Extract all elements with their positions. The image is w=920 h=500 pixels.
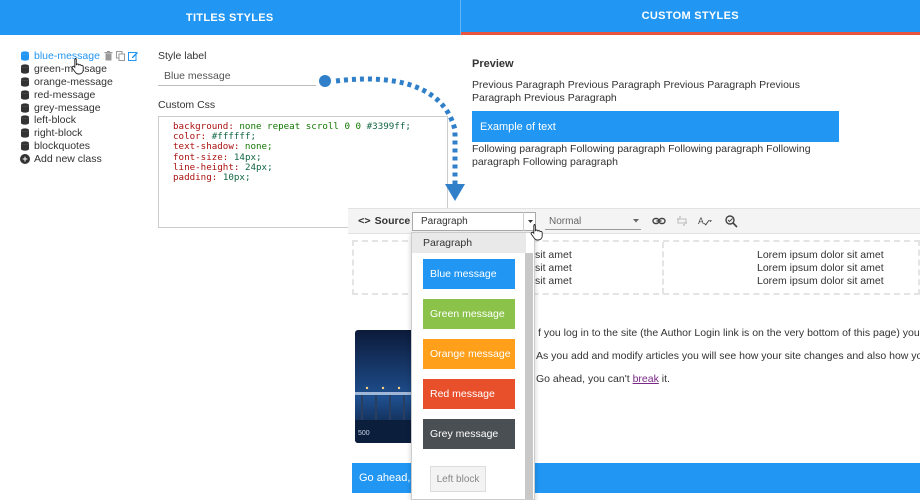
dropdown-item-paragraph[interactable]: Paragraph bbox=[412, 233, 526, 253]
table-cell-text: sit amet bbox=[535, 275, 572, 287]
class-item-right-block[interactable]: right-block bbox=[20, 127, 138, 140]
font-size-select[interactable]: Normal bbox=[545, 213, 641, 230]
preview-example-box: Example of text bbox=[472, 111, 839, 142]
table-cell-text: Lorem ipsum dolor sit amet bbox=[757, 275, 884, 287]
caret-down-icon bbox=[633, 219, 639, 223]
preview-following-paragraph: Following paragraph Following paragraph … bbox=[472, 143, 811, 168]
font-size-value: Normal bbox=[549, 216, 582, 227]
dotted-arrow-icon bbox=[319, 75, 465, 201]
table-cell-left: sit amet sit amet sit amet bbox=[535, 249, 572, 288]
css-property: padding: bbox=[173, 172, 218, 184]
database-icon bbox=[21, 128, 29, 138]
class-item-label: left-block bbox=[34, 114, 77, 127]
table-cell-text: Lorem ipsum dolor sit amet bbox=[757, 249, 884, 261]
tab-titles-styles[interactable]: TITLES STYLES bbox=[0, 0, 461, 35]
spellcheck-icon[interactable]: A bbox=[698, 214, 712, 228]
break-link[interactable]: break bbox=[633, 373, 659, 385]
article-image: 500 bbox=[355, 330, 415, 443]
edit-icon[interactable] bbox=[127, 51, 138, 62]
table-cell-text: sit amet bbox=[535, 249, 572, 261]
code-icon: <> bbox=[358, 215, 371, 227]
class-item-label: red-message bbox=[34, 88, 96, 101]
style-tabs: TITLES STYLES CUSTOM STYLES bbox=[0, 0, 920, 35]
class-item-label: right-block bbox=[34, 127, 83, 140]
database-icon bbox=[21, 51, 29, 61]
class-item-blockquotes[interactable]: blockquotes bbox=[20, 140, 138, 153]
dropdown-item-green-message[interactable]: Green message bbox=[423, 299, 515, 329]
database-icon bbox=[21, 64, 29, 74]
custom-css-title: Custom Css bbox=[158, 99, 216, 111]
class-item-label: grey-message bbox=[34, 101, 101, 114]
dropdown-item-left-block[interactable]: Left block bbox=[430, 466, 486, 492]
class-item-label: blue-message bbox=[34, 50, 100, 63]
source-label: Source bbox=[374, 215, 411, 227]
preview-title: Preview bbox=[472, 58, 514, 70]
format-select[interactable]: Paragraph bbox=[412, 212, 536, 231]
copy-icon[interactable] bbox=[115, 51, 125, 62]
image-caption: 500 bbox=[358, 430, 370, 437]
add-new-class-button[interactable]: + Add new class bbox=[20, 152, 138, 165]
trash-icon[interactable] bbox=[104, 51, 113, 61]
class-item-grey-message[interactable]: grey-message bbox=[20, 101, 138, 114]
dropdown-item-blue-message[interactable]: Blue message bbox=[423, 259, 515, 289]
add-new-class-label: Add new class bbox=[34, 152, 102, 165]
dropdown-scrollbar[interactable] bbox=[525, 253, 533, 499]
class-item-orange-message[interactable]: orange-message bbox=[20, 76, 138, 89]
dropdown-item-orange-message[interactable]: Orange message bbox=[423, 339, 515, 369]
tab-custom-styles[interactable]: CUSTOM STYLES bbox=[460, 0, 920, 35]
source-button[interactable]: <> Source bbox=[358, 215, 410, 227]
article-line-3-end: it. bbox=[658, 373, 670, 385]
article-line-3: Go ahead, you can't break it. bbox=[536, 373, 670, 385]
class-item-label: blockquotes bbox=[34, 139, 91, 152]
table-cell-text: sit amet bbox=[535, 262, 572, 274]
table-divider bbox=[662, 242, 664, 294]
style-label-title: Style label bbox=[158, 50, 207, 62]
class-item-left-block[interactable]: left-block bbox=[20, 114, 138, 127]
dropdown-item-red-message[interactable]: Red message bbox=[423, 379, 515, 409]
article-line-2: As you add and modify articles you will … bbox=[536, 350, 920, 362]
table-cell-right: Lorem ipsum dolor sit amet Lorem ipsum d… bbox=[757, 249, 884, 288]
database-icon bbox=[21, 90, 29, 100]
article-line-1: f you log in to the site (the Author Log… bbox=[538, 327, 920, 339]
format-dropdown: Paragraph Blue message Green message Ora… bbox=[411, 232, 535, 500]
class-item-red-message[interactable]: red-message bbox=[20, 88, 138, 101]
database-icon bbox=[21, 141, 29, 151]
css-number: 10px; bbox=[222, 172, 251, 184]
hand-cursor-icon bbox=[71, 58, 84, 75]
link-icon[interactable] bbox=[652, 214, 666, 228]
style-label-input[interactable] bbox=[158, 66, 316, 86]
dropdown-item-grey-message[interactable]: Grey message bbox=[423, 419, 515, 449]
plus-circle-icon: + bbox=[20, 153, 30, 164]
database-icon bbox=[21, 77, 29, 87]
article-line-3-text: Go ahead, you can't bbox=[536, 373, 633, 385]
preview-previous-paragraph: Previous Paragraph Previous Paragraph Pr… bbox=[472, 79, 801, 104]
database-icon bbox=[21, 115, 29, 125]
hand-cursor-icon bbox=[530, 224, 543, 241]
database-icon bbox=[21, 102, 29, 113]
find-replace-icon[interactable] bbox=[724, 214, 738, 228]
class-item-label: orange-message bbox=[34, 75, 113, 88]
table-cell-text: Lorem ipsum dolor sit amet bbox=[757, 262, 884, 274]
unlink-icon[interactable] bbox=[675, 214, 689, 228]
svg-text:A: A bbox=[698, 217, 704, 227]
